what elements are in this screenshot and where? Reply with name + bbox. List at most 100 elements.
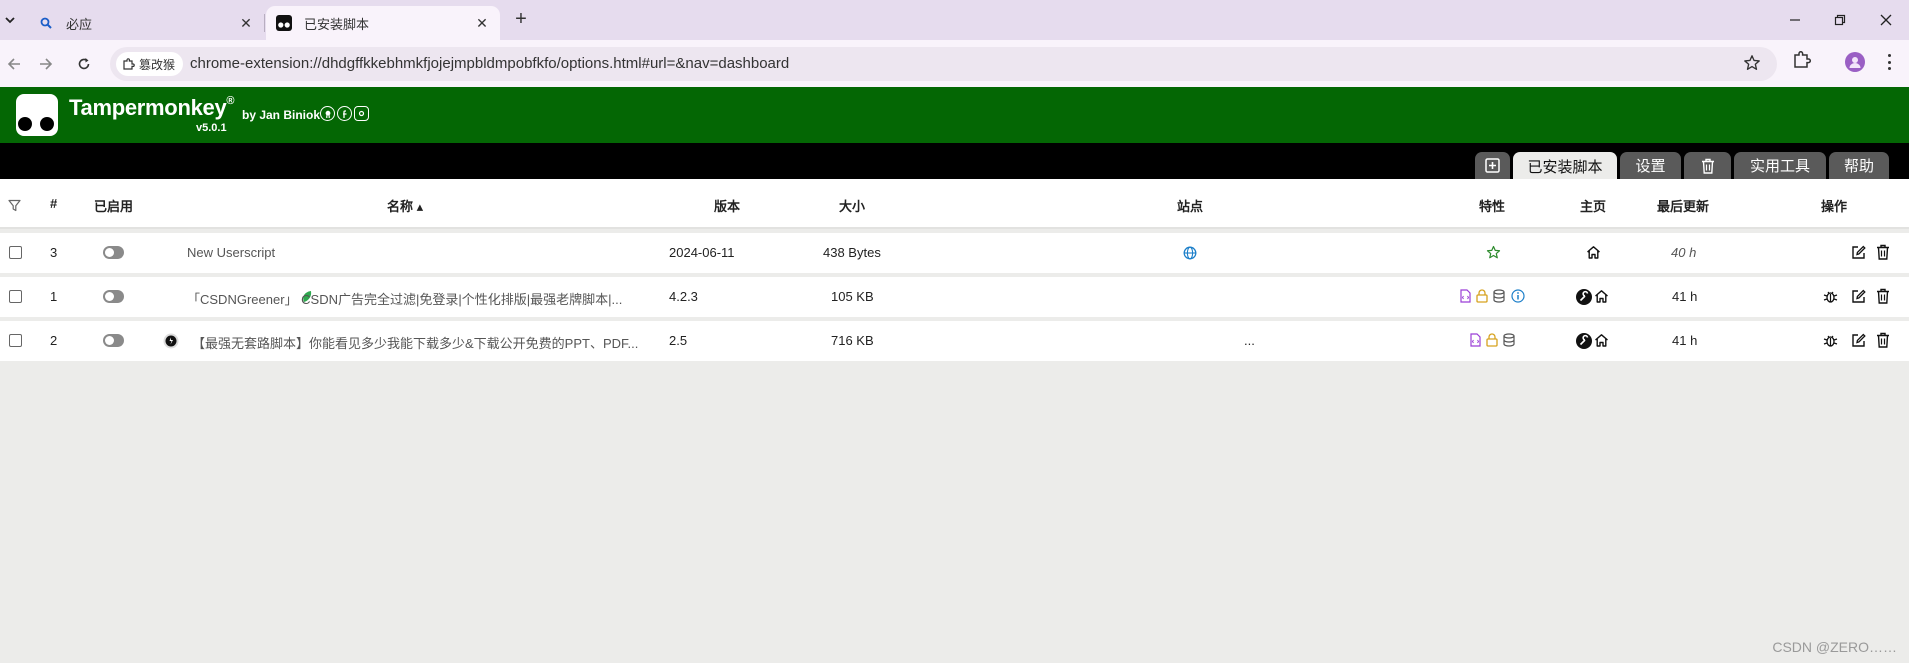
col-enabled[interactable]: 已启用 xyxy=(94,196,133,215)
tampermonkey-icon xyxy=(276,15,292,31)
file-code-icon xyxy=(1469,332,1481,348)
filter-icon[interactable] xyxy=(7,198,21,212)
home-icon[interactable] xyxy=(1593,332,1609,348)
close-icon[interactable]: ✕ xyxy=(474,15,490,32)
tab-help[interactable]: 帮助 xyxy=(1829,152,1889,179)
trash-icon[interactable] xyxy=(1875,244,1891,260)
new-tab-button[interactable]: + xyxy=(510,9,532,31)
trash-icon[interactable] xyxy=(1875,332,1891,348)
script-version: 4.2.3 xyxy=(669,289,698,304)
author-label: by Jan Biniok xyxy=(242,108,321,122)
forward-button[interactable] xyxy=(34,52,58,76)
restore-button[interactable] xyxy=(1825,8,1855,32)
reload-icon xyxy=(78,58,90,70)
script-favicon xyxy=(163,333,179,349)
url-text: chrome-extension://dhdgffkkebhmkfjojejmp… xyxy=(190,55,790,72)
table-row: 3 New Userscript 2024-06-11 438 Bytes 40… xyxy=(0,233,1909,273)
reload-button[interactable] xyxy=(72,52,96,76)
home-icon[interactable] xyxy=(1585,244,1601,260)
col-size[interactable]: 大小 xyxy=(839,196,865,215)
browser-tab-bing[interactable]: 必应 ✕ xyxy=(28,6,264,40)
col-version[interactable]: 版本 xyxy=(714,196,740,215)
last-updated[interactable]: 40 h xyxy=(1671,245,1696,260)
tab-new-script[interactable] xyxy=(1475,152,1510,179)
table-header: # 已启用 名称 ▴ 版本 大小 站点 特性 主页 最后更新 操作 xyxy=(0,179,1909,229)
trash-icon[interactable] xyxy=(1875,288,1891,304)
col-name[interactable]: 名称 ▴ xyxy=(387,196,423,215)
table-row: 2 【最强无套路脚本】你能看见多少我能下载多少&下载公开免费的PPT、PDF..… xyxy=(0,321,1909,361)
site-info-chip[interactable]: 篡改猴 xyxy=(116,52,184,76)
close-icon xyxy=(1880,14,1892,26)
edit-icon[interactable] xyxy=(1850,288,1866,304)
database-icon xyxy=(1492,288,1506,304)
col-homepage[interactable]: 主页 xyxy=(1580,196,1606,215)
row-number: 1 xyxy=(50,289,58,304)
facebook-icon[interactable] xyxy=(337,106,352,121)
col-sites[interactable]: 站点 xyxy=(1177,196,1203,215)
browser-menu-button[interactable] xyxy=(1884,51,1894,73)
row-checkbox[interactable] xyxy=(9,290,22,303)
row-number: 3 xyxy=(50,245,58,260)
social-links xyxy=(320,106,369,121)
extensions-button[interactable] xyxy=(1792,50,1816,74)
file-code-icon xyxy=(1459,288,1471,304)
enable-toggle[interactable] xyxy=(103,290,124,303)
edit-icon[interactable] xyxy=(1850,244,1866,260)
tab-trash[interactable] xyxy=(1684,152,1731,179)
bookmark-star-button[interactable] xyxy=(1743,54,1763,74)
home-icon[interactable] xyxy=(1593,288,1609,304)
row-number: 2 xyxy=(50,333,58,348)
script-sites[interactable]: ... xyxy=(1244,333,1255,348)
script-name-link[interactable]: New Userscript xyxy=(187,245,275,260)
script-name-link[interactable]: 【最强无套路脚本】你能看见多少我能下载多少&下载公开免费的PPT、PDF... xyxy=(192,333,652,352)
col-number[interactable]: # xyxy=(50,196,57,211)
tab-title: 必应 xyxy=(66,16,93,32)
table-row: 1 「CSDNGreener」 CSDN广告完全过滤|免登录|个性化排版|最强老… xyxy=(0,277,1909,317)
minimize-button[interactable] xyxy=(1780,8,1810,32)
tampermonkey-tabbar: 已安装脚本 设置 实用工具 帮助 xyxy=(0,143,1909,180)
restore-icon xyxy=(1834,14,1846,26)
edit-icon[interactable] xyxy=(1850,332,1866,348)
bug-icon[interactable] xyxy=(1822,332,1838,348)
github-icon[interactable] xyxy=(320,106,335,121)
enable-toggle[interactable] xyxy=(103,246,124,259)
tab-title: 已安装脚本 xyxy=(304,16,370,32)
close-window-button[interactable] xyxy=(1871,8,1901,32)
instagram-icon[interactable] xyxy=(354,106,369,121)
site-chip-label: 篡改猴 xyxy=(139,57,176,72)
chevron-down-icon xyxy=(5,17,15,24)
back-button[interactable] xyxy=(2,52,26,76)
star-outline-icon xyxy=(1485,244,1501,260)
profile-avatar[interactable] xyxy=(1845,52,1865,72)
row-checkbox[interactable] xyxy=(9,246,22,259)
star-icon xyxy=(1744,55,1760,70)
tampermonkey-header: Tampermonkey® by Jan Biniok v5.0.1 xyxy=(0,87,1909,143)
tab-separator xyxy=(264,14,265,32)
trash-icon xyxy=(1701,158,1714,174)
tab-installed-scripts[interactable]: 已安装脚本 xyxy=(1513,152,1617,180)
script-version: 2.5 xyxy=(669,333,688,348)
wrench-icon[interactable] xyxy=(1576,289,1592,305)
close-icon[interactable]: ✕ xyxy=(238,15,254,32)
last-updated[interactable]: 41 h xyxy=(1672,289,1697,304)
bug-icon[interactable] xyxy=(1822,288,1838,304)
lock-icon xyxy=(1485,332,1499,348)
minimize-icon xyxy=(1790,19,1800,21)
tab-settings[interactable]: 设置 xyxy=(1620,152,1681,179)
wrench-icon[interactable] xyxy=(1576,333,1592,349)
enable-toggle[interactable] xyxy=(103,334,124,347)
browser-toolbar: 篡改猴 chrome-extension://dhdgffkkebhmkfjoj… xyxy=(0,40,1909,87)
col-last-updated[interactable]: 最后更新 xyxy=(1657,196,1709,215)
col-features[interactable]: 特性 xyxy=(1479,196,1505,215)
arrow-right-icon xyxy=(40,58,53,70)
tab-search-dropdown[interactable] xyxy=(0,8,20,32)
row-checkbox[interactable] xyxy=(9,334,22,347)
script-name-link[interactable]: 「CSDNGreener」 CSDN广告完全过滤|免登录|个性化排版|最强老牌脚… xyxy=(187,289,647,308)
tampermonkey-logo xyxy=(16,94,58,136)
last-updated[interactable]: 41 h xyxy=(1672,333,1697,348)
plus-square-icon xyxy=(1485,158,1500,173)
tab-utilities[interactable]: 实用工具 xyxy=(1734,152,1826,179)
address-bar[interactable]: 篡改猴 chrome-extension://dhdgffkkebhmkfjoj… xyxy=(110,47,1777,81)
col-actions[interactable]: 操作 xyxy=(1821,196,1847,215)
browser-tab-installed-scripts[interactable]: 已安装脚本 ✕ xyxy=(266,6,500,40)
